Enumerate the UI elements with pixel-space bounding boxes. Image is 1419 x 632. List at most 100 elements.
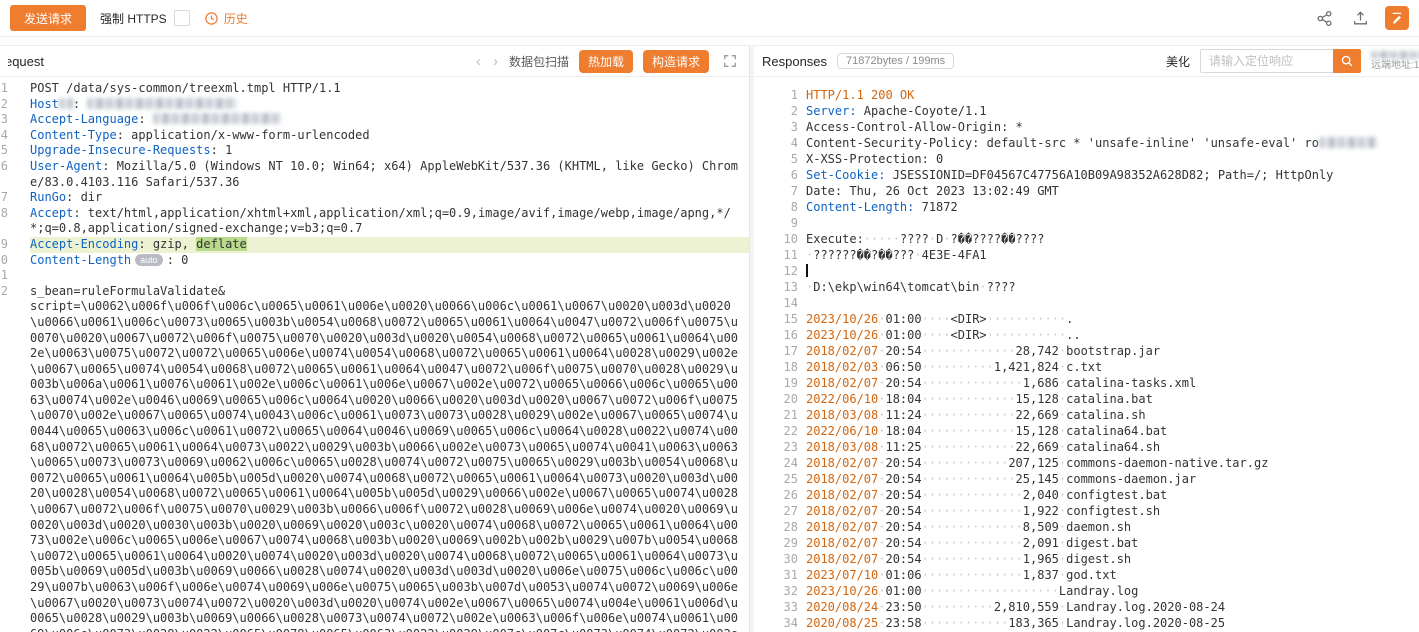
hot-reload-button[interactable]: 热加载 bbox=[579, 50, 633, 73]
code-text: 2022/06/10 bbox=[806, 392, 878, 406]
code-line[interactable]: 222022/06/10·18:04·············15,128·ca… bbox=[754, 423, 1419, 439]
code-line-content: 2018/02/07·20:54·············25,145·comm… bbox=[806, 471, 1419, 487]
code-text: ???? bbox=[900, 232, 929, 246]
code-line[interactable]: 9Accept-Encoding: gzip, deflate bbox=[0, 237, 749, 253]
packet-scan-button[interactable]: 数据包扫描 bbox=[509, 53, 569, 70]
code-text: 01:00 bbox=[885, 584, 921, 598]
code-text: Landray.log.2020-08-25 bbox=[1066, 616, 1225, 630]
code-line[interactable]: 7RunGo: dir bbox=[0, 190, 749, 206]
code-line[interactable]: 2Host: bbox=[0, 97, 749, 113]
code-text: Apache-Coyote/1.1 bbox=[857, 104, 987, 118]
history-label: 历史 bbox=[224, 10, 248, 27]
code-line[interactable]: 8Accept: text/html,application/xhtml+xml… bbox=[0, 206, 749, 237]
code-line[interactable]: 8Content-Length: 71872 bbox=[754, 199, 1419, 215]
code-line[interactable]: 6User-Agent: Mozilla/5.0 (Windows NT 10.… bbox=[0, 159, 749, 190]
code-line[interactable]: 12 bbox=[754, 263, 1419, 279]
code-text: ·········· bbox=[922, 600, 994, 614]
code-text: ············· bbox=[922, 424, 1016, 438]
code-text: Accept-Encoding bbox=[30, 237, 138, 251]
code-line[interactable]: 10Execute:·····????·D·?��????��???? bbox=[754, 231, 1419, 247]
code-text: ············· bbox=[922, 344, 1016, 358]
line-number: 33 bbox=[754, 599, 798, 615]
code-line[interactable]: 6Set-Cookie: JSESSIONID=DF04567C47756A10… bbox=[754, 167, 1419, 183]
code-line[interactable]: 14 bbox=[754, 295, 1419, 311]
code-line[interactable]: 262018/02/07·20:54··············2,040·co… bbox=[754, 487, 1419, 503]
code-text: 28,742 bbox=[1016, 344, 1059, 358]
code-text: 20:54 bbox=[885, 456, 921, 470]
code-line[interactable]: 322023/10/26·01:00···················Lan… bbox=[754, 583, 1419, 599]
line-number: 29 bbox=[754, 535, 798, 551]
fullscreen-button[interactable] bbox=[719, 50, 741, 72]
code-line[interactable]: 10 Content-Lengthauto: 0 bbox=[0, 253, 749, 269]
code-text: 20:54 bbox=[885, 504, 921, 518]
line-number: 24 bbox=[754, 455, 798, 471]
code-line[interactable]: 242018/02/07·20:54············207,125·co… bbox=[754, 455, 1419, 471]
code-line[interactable]: 252018/02/07·20:54·············25,145·co… bbox=[754, 471, 1419, 487]
line-number: 19 bbox=[754, 375, 798, 391]
code-text: 2018/02/07 bbox=[806, 536, 878, 550]
share-button[interactable] bbox=[1313, 7, 1335, 29]
force-https-checkbox[interactable] bbox=[174, 10, 190, 26]
code-line[interactable]: 13·D:\ekp\win64\tomcat\bin·???? bbox=[754, 279, 1419, 295]
code-line[interactable]: 4Content-Security-Policy: default-src * … bbox=[754, 135, 1419, 151]
code-line[interactable]: 312023/07/10·01:06··············1,837·go… bbox=[754, 567, 1419, 583]
edit-request-button[interactable] bbox=[1385, 6, 1409, 30]
code-line[interactable]: 4Content-Type: application/x-www-form-ur… bbox=[0, 128, 749, 144]
code-text: ·········· bbox=[922, 360, 994, 374]
code-line[interactable]: 3Accept-Language: bbox=[0, 112, 749, 128]
code-line[interactable]: 2Server: Apache-Coyote/1.1 bbox=[754, 103, 1419, 119]
response-editor[interactable]: 1HTTP/1.1 200 OK2Server: Apache-Coyote/1… bbox=[754, 77, 1419, 632]
history-button[interactable]: 历史 bbox=[204, 10, 248, 27]
code-text: 2018/03/08 bbox=[806, 440, 878, 454]
code-line[interactable]: 11·??????��?��???·4E3E-4FA1 bbox=[754, 247, 1419, 263]
code-line[interactable]: 332020/08/24·23:50··········2,810,559·La… bbox=[754, 599, 1419, 615]
line-number: 6 bbox=[0, 159, 8, 175]
code-line[interactable]: 162023/10/26·01:00····<DIR>···········.. bbox=[754, 327, 1419, 343]
code-line[interactable]: 182018/02/03·06:50··········1,421,824·c.… bbox=[754, 359, 1419, 375]
code-text: 01:06 bbox=[885, 568, 921, 582]
code-text: .. bbox=[1066, 328, 1080, 342]
code-line[interactable]: 9 bbox=[754, 215, 1419, 231]
code-line[interactable]: 282018/02/07·20:54··············8,509·da… bbox=[754, 519, 1419, 535]
line-number: 10 bbox=[0, 253, 8, 269]
code-text: Landray.log bbox=[1059, 584, 1138, 598]
code-line[interactable]: 3Access-Control-Allow-Origin: * bbox=[754, 119, 1419, 135]
beautify-button[interactable]: 美化 bbox=[1166, 53, 1190, 70]
code-line[interactable]: 192018/02/07·20:54··············1,686·ca… bbox=[754, 375, 1419, 391]
code-text: : 1 bbox=[211, 143, 233, 157]
chevron-left-icon[interactable]: ‹ bbox=[475, 54, 482, 69]
response-search-input[interactable] bbox=[1200, 49, 1333, 73]
code-line[interactable]: 11 bbox=[0, 268, 749, 284]
code-text: catalina64.bat bbox=[1066, 424, 1167, 438]
code-line-content: Content-Lengthauto: 0 bbox=[30, 253, 749, 269]
upload-icon bbox=[1352, 10, 1369, 27]
code-line[interactable]: 172018/02/07·20:54·············28,742·bo… bbox=[754, 343, 1419, 359]
code-line[interactable]: 342020/08/25·23:58············183,365·La… bbox=[754, 615, 1419, 631]
code-text: 183,365 bbox=[1008, 616, 1059, 630]
chevron-right-icon[interactable]: › bbox=[492, 54, 499, 69]
code-line[interactable]: 272018/02/07·20:54··············1,922·co… bbox=[754, 503, 1419, 519]
request-editor[interactable]: 1POST /data/sys-common/treexml.tmpl HTTP… bbox=[0, 77, 749, 632]
search-button[interactable] bbox=[1333, 49, 1361, 73]
export-button[interactable] bbox=[1349, 7, 1371, 29]
code-text: 2018/02/07 bbox=[806, 376, 878, 390]
construct-request-button[interactable]: 构造请求 bbox=[643, 50, 709, 73]
code-line[interactable]: 5 Upgrade-Insecure-Requests: 1 bbox=[0, 143, 749, 159]
code-line[interactable]: 152023/10/26·01:00····<DIR>···········. bbox=[754, 311, 1419, 327]
send-request-button[interactable]: 发送请求 bbox=[10, 5, 86, 31]
code-line[interactable]: 12s_bean=ruleFormulaValidate&script=\u00… bbox=[0, 284, 749, 632]
code-text: Upgrade-Insecure-Requests bbox=[30, 143, 211, 157]
code-line[interactable]: 212018/03/08·11:24·············22,669·ca… bbox=[754, 407, 1419, 423]
code-line[interactable]: 5X-XSS-Protection: 0 bbox=[754, 151, 1419, 167]
code-line[interactable]: 202022/06/10·18:04·············15,128·ca… bbox=[754, 391, 1419, 407]
code-text: : bbox=[73, 97, 87, 111]
code-line[interactable]: 302018/02/07·20:54··············1,965·di… bbox=[754, 551, 1419, 567]
code-text: 2,040 bbox=[1023, 488, 1059, 502]
code-line[interactable]: 1HTTP/1.1 200 OK bbox=[754, 87, 1419, 103]
code-line[interactable]: 232018/03/08·11:25·············22,669·ca… bbox=[754, 439, 1419, 455]
code-line[interactable]: 1POST /data/sys-common/treexml.tmpl HTTP… bbox=[0, 81, 749, 97]
line-number: 5 bbox=[0, 143, 8, 159]
code-line[interactable]: 7Date: Thu, 26 Oct 2023 13:02:49 GMT bbox=[754, 183, 1419, 199]
code-line[interactable]: 292018/02/07·20:54··············2,091·di… bbox=[754, 535, 1419, 551]
code-line-content: Execute:·····????·D·?��????��???? bbox=[806, 231, 1419, 247]
